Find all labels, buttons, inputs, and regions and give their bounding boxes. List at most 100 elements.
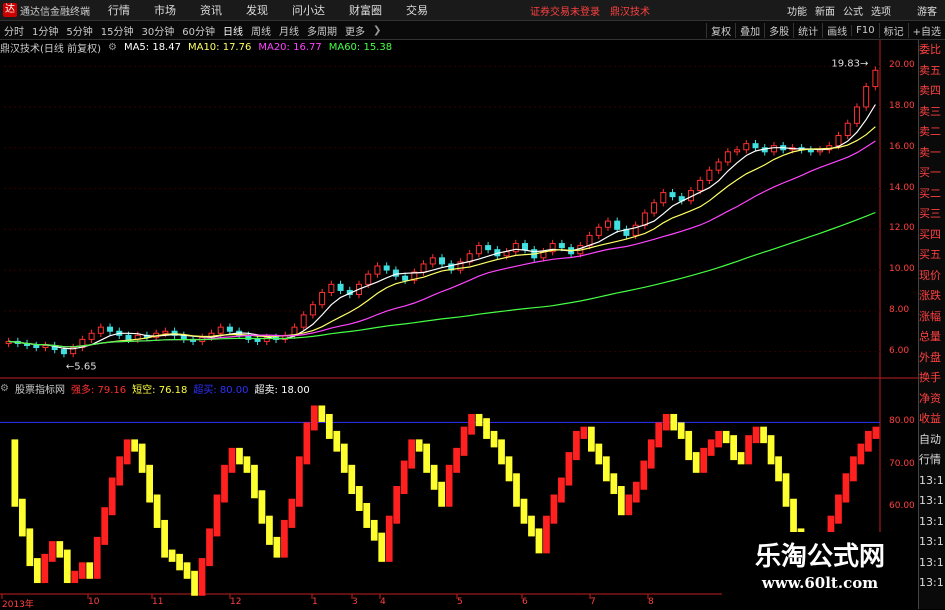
menu-market-quotes[interactable]: 行情 (108, 2, 130, 18)
price-y-tick: 16.00 (889, 141, 915, 152)
candle-body (226, 326, 233, 332)
ma20-label: MA20: 16.77 (258, 41, 322, 53)
menu-trade[interactable]: 交易 (406, 2, 428, 18)
indicator-bar (288, 498, 296, 528)
price-y-tick: 18.00 (889, 100, 915, 111)
period-tab-multi[interactable]: 多周期 (303, 23, 341, 38)
indicator-bar (213, 494, 221, 537)
side-panel-item: 涨幅 (919, 309, 941, 323)
candle-body (42, 344, 49, 349)
guest-label[interactable]: 游客 (917, 3, 937, 18)
indicator-bar (438, 481, 445, 507)
period-tab-weekly[interactable]: 周线 (247, 23, 275, 38)
period-tab-more[interactable]: 更多 (341, 23, 369, 38)
overlay-button[interactable]: 叠加 (735, 22, 764, 38)
indicator-bar (700, 447, 708, 473)
indicator-y-tick: 70.00 (889, 458, 915, 469)
indicator-bar (767, 435, 775, 465)
price-y-tick: 10.00 (889, 264, 915, 275)
menu-options[interactable]: 选项 (871, 3, 891, 18)
indicator-bar (610, 473, 618, 495)
indicator-bar (737, 452, 745, 465)
price-panel-title: 鼎汉技术(日线 前复权) (0, 43, 101, 55)
x-tick: 3 (352, 597, 358, 607)
multi-stock-button[interactable]: 多股 (764, 22, 793, 38)
indicator-bar (782, 473, 790, 507)
side-panel-item: 卖五 (919, 63, 941, 77)
side-panel-item: 总量 (919, 330, 941, 343)
period-tab-60min[interactable]: 60分钟 (178, 23, 219, 38)
indicator-bar (505, 456, 513, 482)
indicator-bar (236, 447, 243, 465)
candle-body (835, 135, 842, 147)
watermark: 乐淘公式网 www.60lt.com (722, 532, 918, 598)
indicator-bar (775, 456, 782, 482)
menu-function[interactable]: 功能 (787, 3, 807, 18)
indicator-bar (153, 494, 161, 528)
draw-line-button[interactable]: 画线 (822, 22, 851, 38)
menu-new-page[interactable]: 新面 (815, 3, 835, 18)
indicator-bar (355, 486, 363, 511)
menu-market[interactable]: 市场 (154, 2, 176, 18)
period-tab-15min[interactable]: 15分钟 (97, 23, 138, 38)
adjust-button[interactable]: 复权 (706, 22, 735, 38)
indicator-bar (835, 494, 842, 524)
period-tab-daily[interactable]: 日线 (219, 23, 247, 38)
trade-login-alert[interactable]: 证券交易未登录 (530, 3, 600, 18)
indicator-bar (483, 418, 490, 439)
watermark-url: www.60lt.com (761, 574, 879, 592)
indicator-bar (251, 464, 258, 499)
menu-wealth[interactable]: 财富圈 (349, 2, 382, 18)
chevron-right-icon[interactable]: ❯ (373, 25, 381, 36)
indicator-bar (273, 536, 281, 558)
period-tab-30min[interactable]: 30分钟 (137, 23, 178, 38)
indicator-bar (632, 481, 640, 503)
settings-icon[interactable]: ⚙ (108, 42, 117, 53)
menu-discover[interactable]: 发现 (246, 2, 268, 18)
period-tab-intraday[interactable]: 分时 (0, 23, 28, 38)
period-tab-1min[interactable]: 1分钟 (28, 23, 62, 38)
candle-body (60, 349, 67, 355)
candle-body (807, 149, 814, 153)
indicator-bar (325, 413, 333, 439)
indicator-bar (535, 528, 543, 554)
menu-news[interactable]: 资讯 (200, 2, 222, 18)
indicator-bar (707, 439, 715, 456)
add-watchlist-button[interactable]: +自选 (907, 22, 945, 38)
side-panel-item: 13:1 (919, 576, 944, 589)
indicator-bar (850, 456, 857, 482)
indicator-bar (550, 494, 558, 524)
side-panel-item: 卖一 (919, 145, 941, 159)
f10-button[interactable]: F10 (851, 24, 878, 36)
candle-body (254, 338, 261, 342)
indicator-bar (370, 519, 378, 541)
x-tick: 8 (648, 597, 654, 607)
indicator-oversold: 超卖: 18.00 (254, 384, 310, 396)
statistics-button[interactable]: 统计 (793, 22, 822, 38)
candle-body (752, 143, 759, 149)
chart-toolbar: 复权 叠加 多股 统计 画线 F10 标记 +自选 (706, 21, 945, 39)
indicator-bar (602, 456, 610, 482)
price-y-tick: 14.00 (889, 182, 915, 193)
period-tab-5min[interactable]: 5分钟 (62, 23, 96, 38)
indicator-panel-info: ⚙ 股票指标网 强多: 79.16 短空: 76.18 超买: 80.00 超卖… (0, 381, 316, 396)
side-panel-item: 13:1 (919, 494, 944, 507)
indicator-bar (498, 439, 505, 465)
candle-body (162, 330, 169, 334)
indicator-bar (543, 515, 550, 554)
indicator-bar (670, 413, 678, 431)
period-tab-monthly[interactable]: 月线 (275, 23, 303, 38)
indicator-bar (266, 515, 273, 545)
indicator-bar (415, 439, 423, 452)
indicator-bar (468, 413, 475, 435)
mark-button[interactable]: 标记 (878, 22, 908, 38)
indicator-bar (258, 490, 266, 524)
indicator-bar (176, 553, 183, 571)
settings-icon[interactable]: ⚙ (0, 383, 9, 394)
indicator-bar (692, 452, 700, 473)
side-panel-item: 买五 (919, 248, 941, 261)
app-logo-icon: 达 (3, 3, 17, 17)
x-tick: 12 (230, 597, 242, 607)
menu-ask[interactable]: 问小达 (292, 2, 325, 18)
menu-formula[interactable]: 公式 (843, 3, 863, 18)
